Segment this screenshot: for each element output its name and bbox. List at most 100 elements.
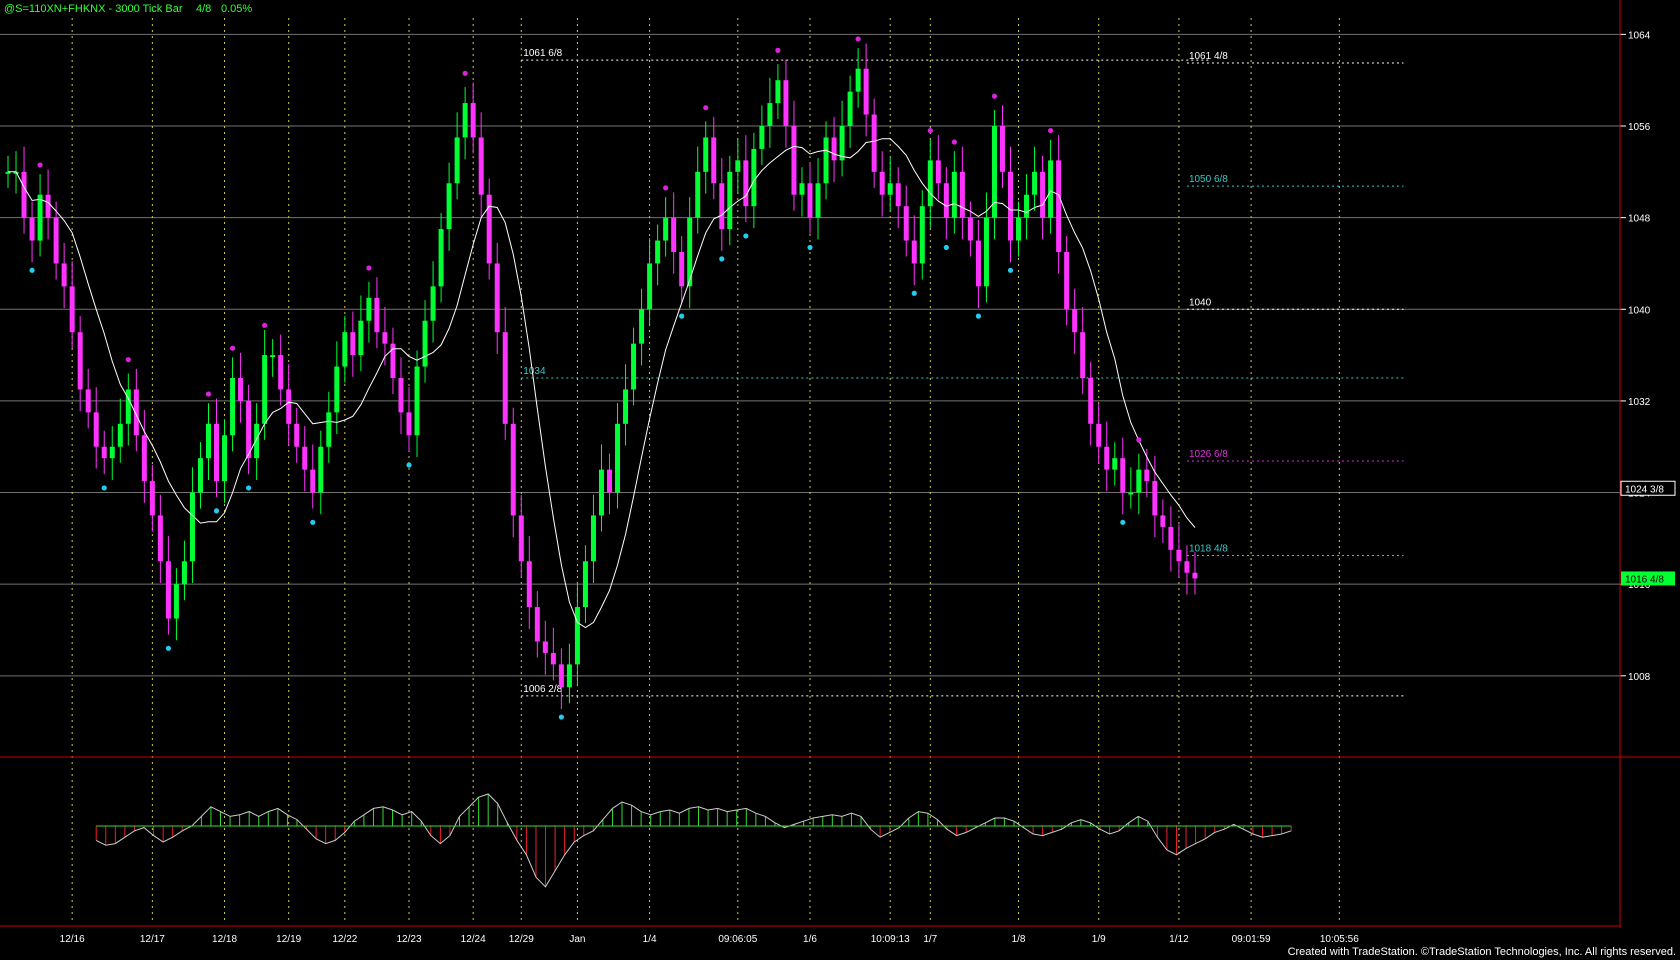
time-tick-label: 12/18 xyxy=(212,934,237,945)
time-tick-label: 12/22 xyxy=(332,934,357,945)
candle-up xyxy=(735,160,741,172)
candle-down xyxy=(494,263,500,333)
candle-down xyxy=(911,240,917,264)
candle-down xyxy=(959,171,965,218)
footer-credit: Created with TradeStation. ©TradeStation… xyxy=(1287,946,1676,958)
candle-up xyxy=(230,378,236,436)
candle-up xyxy=(438,229,444,287)
swing-high-dot xyxy=(229,345,236,351)
price-tick-label: 1048 xyxy=(1628,214,1651,225)
candle-down xyxy=(711,137,717,184)
swing-high-dot xyxy=(462,70,468,76)
swing-low-dot xyxy=(213,508,220,514)
level-label: 1061 6/8 xyxy=(523,48,562,59)
candle-down xyxy=(831,137,837,161)
candle-up xyxy=(37,194,43,241)
candle-up xyxy=(623,389,629,424)
candle-down xyxy=(671,217,677,252)
price-tick-label: 1040 xyxy=(1628,305,1651,316)
time-tick-label: 12/17 xyxy=(140,934,165,945)
swing-high-dot xyxy=(1048,127,1054,134)
swing-low-dot xyxy=(807,244,813,251)
candle-down xyxy=(278,355,284,390)
swing-high-dot xyxy=(125,357,131,363)
candle-down xyxy=(534,607,540,642)
candle-down xyxy=(61,263,67,287)
candle-down xyxy=(246,400,252,459)
candle-down xyxy=(975,240,981,287)
swing-low-dot xyxy=(310,519,316,525)
candle-down xyxy=(1192,572,1198,579)
candle-down xyxy=(1072,309,1078,333)
candle-up xyxy=(887,183,893,195)
swing-low-dot xyxy=(165,645,171,651)
candle-up xyxy=(1136,469,1142,493)
candle-up xyxy=(727,171,733,230)
candle-down xyxy=(1120,458,1126,493)
candle-up xyxy=(767,103,773,126)
candle-up xyxy=(318,446,324,493)
candle-up xyxy=(815,183,821,218)
time-tick-label: 12/29 xyxy=(509,934,534,945)
time-tick-label: 09:01:59 xyxy=(1232,934,1271,945)
price-tick-label: 1032 xyxy=(1628,397,1651,408)
swing-low-dot xyxy=(101,485,107,491)
current-price-label: 1016 4/8 xyxy=(1625,574,1664,585)
swing-low-dot xyxy=(911,290,917,296)
candle-down xyxy=(502,332,508,424)
candle-down xyxy=(526,561,532,608)
candle-down xyxy=(69,286,75,333)
candle-up xyxy=(615,423,621,493)
candle-down xyxy=(93,412,99,447)
price-tick-label: 1008 xyxy=(1628,672,1651,683)
candle-down xyxy=(895,183,901,207)
candle-up xyxy=(590,515,596,562)
level-label: 1061 4/8 xyxy=(1189,51,1228,62)
candle-down xyxy=(550,652,556,665)
swing-high-dot xyxy=(663,185,669,191)
candle-up xyxy=(566,664,572,688)
swing-low-dot xyxy=(246,485,252,491)
chart-canvas[interactable]: 1061 6/8 1061 4/8 1050 6/8 1040 1034 1026 6/8… xyxy=(0,0,1680,960)
candle-up xyxy=(598,469,604,516)
price-tick-label: 1064 xyxy=(1628,30,1651,41)
swing-low-dot xyxy=(679,313,685,319)
candle-up xyxy=(695,171,701,218)
candle-up xyxy=(454,137,460,184)
swing-low-dot xyxy=(29,267,35,273)
candle-down xyxy=(310,469,316,493)
candle-down xyxy=(406,412,412,436)
candle-up xyxy=(366,297,372,321)
candle-down xyxy=(77,332,83,390)
swing-low-dot xyxy=(1007,267,1014,273)
swing-high-dot xyxy=(1136,437,1142,443)
time-tick-label: 1/7 xyxy=(923,934,937,945)
candle-down xyxy=(21,171,27,218)
time-tick-label: 1/6 xyxy=(803,934,817,945)
candle-down xyxy=(302,446,308,470)
candle-down xyxy=(1176,549,1182,562)
time-tick-label: 12/24 xyxy=(461,934,486,945)
candle-up xyxy=(983,217,989,287)
candle-up xyxy=(270,355,276,358)
candle-up xyxy=(663,217,669,241)
candle-down xyxy=(294,423,300,447)
candle-down xyxy=(679,252,685,287)
candle-up xyxy=(326,412,332,447)
swing-high-dot xyxy=(366,265,372,271)
change-percent: 0.05% xyxy=(221,3,253,15)
candle-up xyxy=(422,320,428,367)
candle-up xyxy=(1024,194,1030,218)
candle-down xyxy=(157,515,163,562)
candle-up xyxy=(703,137,709,172)
swing-high-dot xyxy=(775,47,781,54)
candle-up xyxy=(342,332,348,367)
swing-low-dot xyxy=(975,313,982,319)
candle-up xyxy=(799,183,805,195)
candle-down xyxy=(45,194,51,218)
candle-down xyxy=(1184,561,1190,573)
candle-up xyxy=(109,446,115,459)
candle-down xyxy=(478,137,484,195)
candle-down xyxy=(903,206,909,241)
last-fraction: 4/8 xyxy=(196,3,212,15)
